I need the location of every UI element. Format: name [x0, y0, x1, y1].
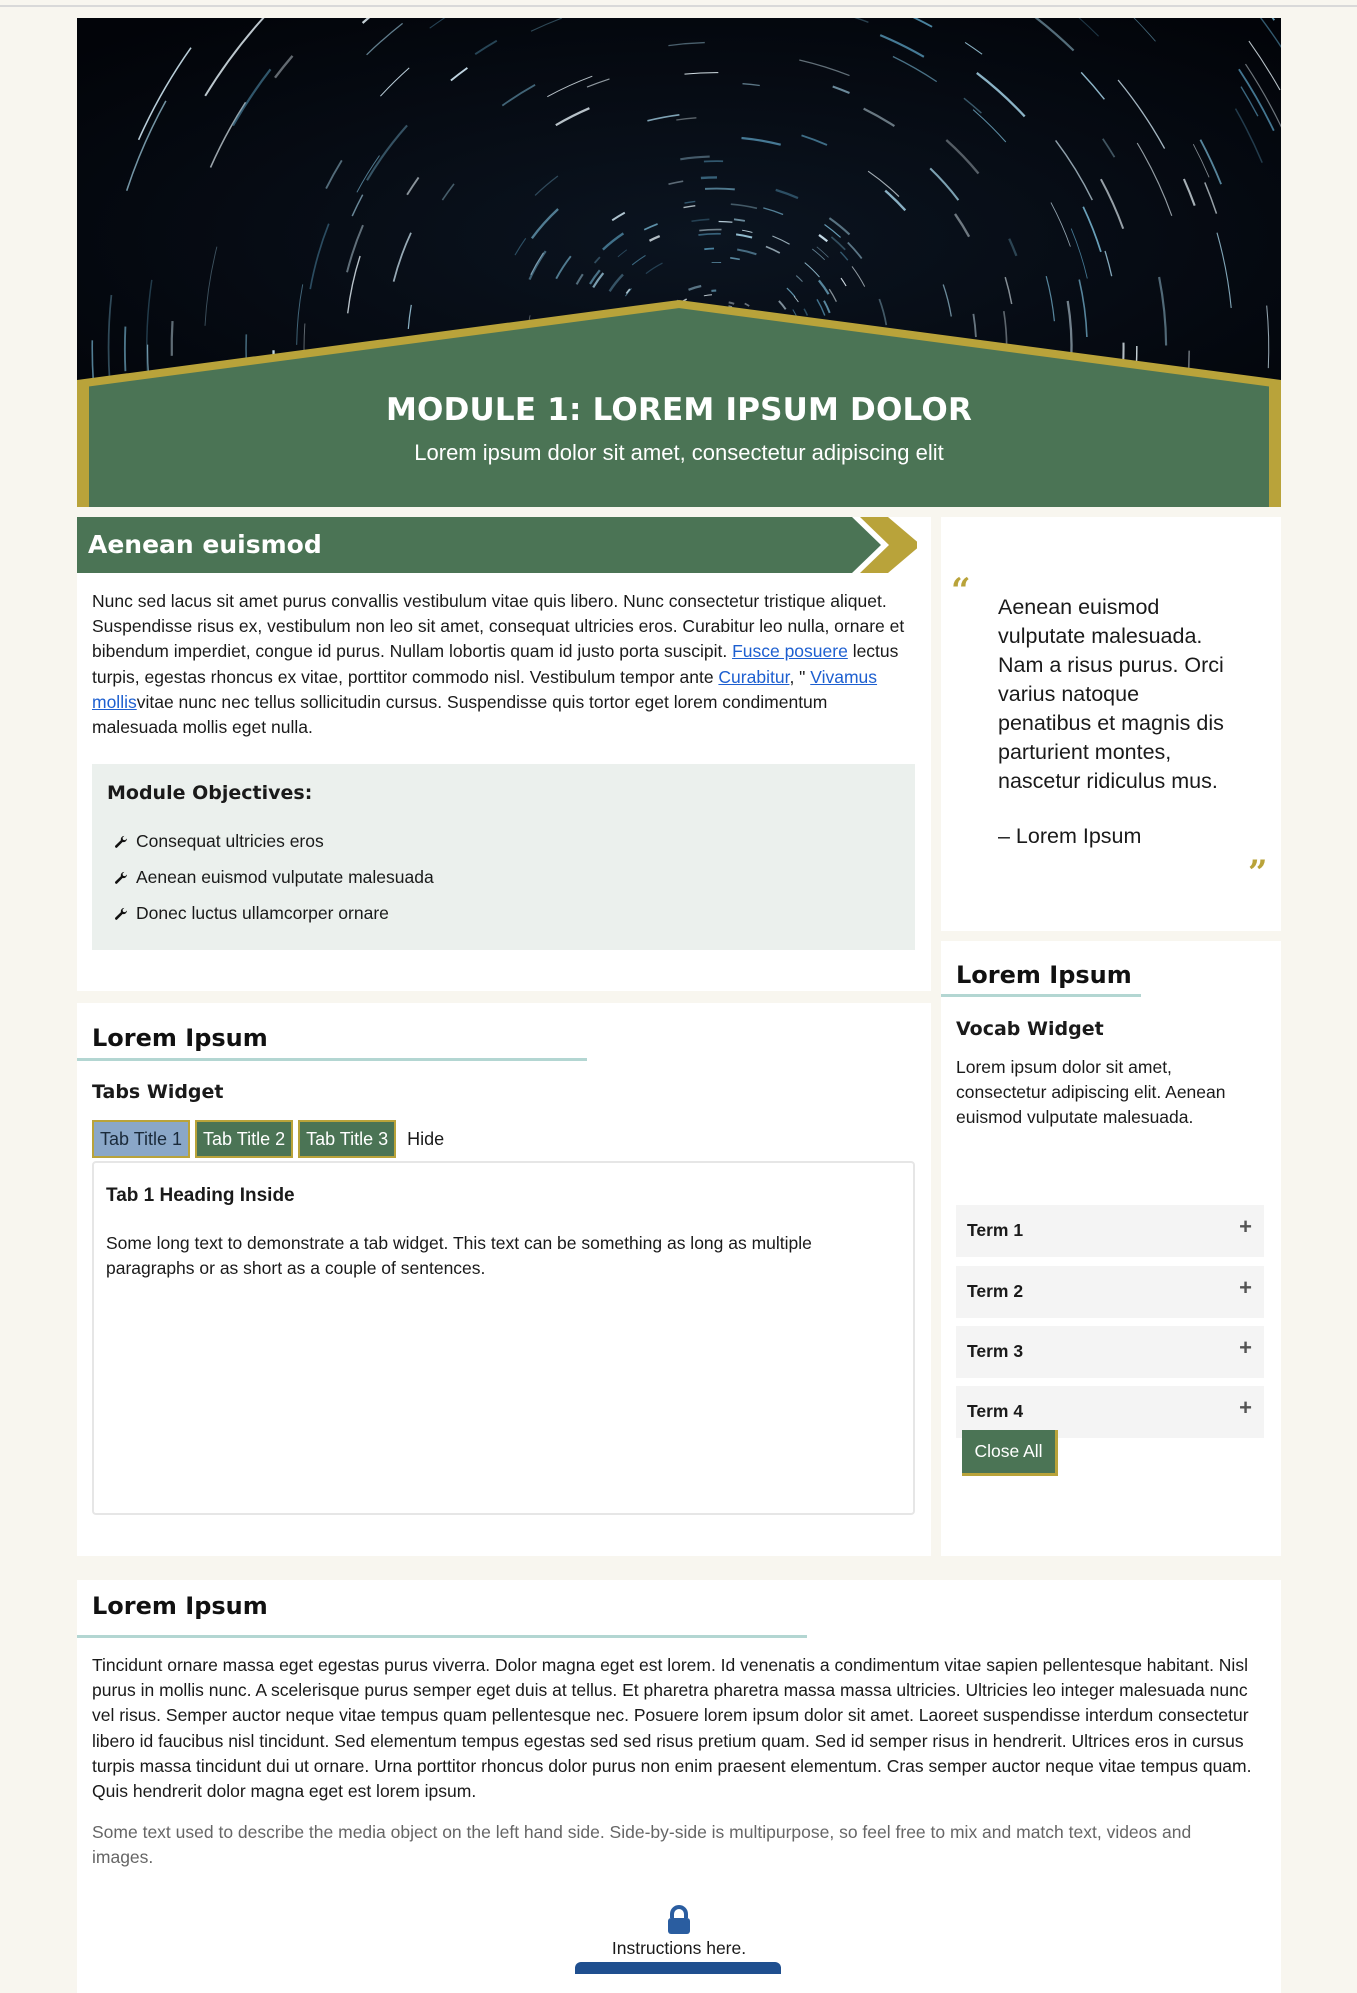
- tabs-panel: Lorem Ipsum Tabs Widget Tab Title 1 Tab …: [77, 1003, 931, 1556]
- star-trail: [718, 220, 733, 223]
- term-label: Term 4: [967, 1401, 1024, 1421]
- close-quote-icon: ”: [1248, 853, 1268, 893]
- objective-item: Aenean euismod vulputate malesuada: [114, 867, 434, 888]
- intro-panel: Aenean euismod Nunc sed lacus sit amet p…: [77, 517, 931, 991]
- star-trail: [704, 247, 715, 251]
- expand-plus-icon[interactable]: +: [1239, 1335, 1252, 1361]
- tabs-widget-title: Tabs Widget: [92, 1081, 224, 1103]
- heading-underline: [941, 994, 1141, 997]
- expand-plus-icon[interactable]: +: [1239, 1275, 1252, 1301]
- vocab-term-2[interactable]: Term 2 +: [956, 1266, 1264, 1318]
- close-all-button[interactable]: Close All: [962, 1430, 1058, 1476]
- term-label: Term 2: [967, 1281, 1024, 1301]
- module-objectives-box: Module Objectives: Consequat ultricies e…: [92, 764, 915, 950]
- vocab-description: Lorem ipsum dolor sit amet, consectetur …: [956, 1057, 1226, 1127]
- wrench-icon: [114, 907, 128, 920]
- star-trail: [700, 176, 718, 180]
- media-caption: Some text used to describe the media obj…: [92, 1822, 1192, 1868]
- term-label: Term 1: [967, 1220, 1024, 1240]
- term-label: Term 3: [967, 1341, 1024, 1361]
- hide-tabs-button[interactable]: Hide: [407, 1120, 444, 1158]
- hero-banner: MODULE 1: LOREM IPSUM DOLOR Lorem ipsum …: [77, 18, 1281, 507]
- star-trail: [123, 326, 127, 372]
- tab-2[interactable]: Tab Title 2: [195, 1120, 294, 1158]
- star-trail: [728, 301, 735, 305]
- link-curabitur[interactable]: Curabitur: [718, 667, 789, 687]
- wrench-icon: [114, 835, 128, 848]
- section-heading: Lorem Ipsum: [92, 1024, 268, 1052]
- vocab-widget-title: Vocab Widget: [956, 1018, 1104, 1040]
- objective-item: Donec luctus ullamcorper ornare: [114, 903, 389, 924]
- vocab-term-3[interactable]: Term 3 +: [956, 1326, 1264, 1378]
- objective-item: Consequat ultricies eros: [114, 831, 324, 852]
- bottom-panel: Lorem Ipsum Tincidunt ornare massa eget …: [77, 1580, 1281, 1993]
- page-title: MODULE 1: LOREM IPSUM DOLOR: [385, 392, 973, 428]
- heading-underline: [77, 1058, 587, 1061]
- tab-bar: Tab Title 1 Tab Title 2 Tab Title 3 Hide: [92, 1120, 444, 1158]
- open-quote-icon: “: [951, 571, 971, 611]
- start-button[interactable]: [575, 1962, 781, 1974]
- tab-3[interactable]: Tab Title 3: [298, 1120, 397, 1158]
- lock-icon: [668, 1905, 690, 1934]
- objectives-heading: Module Objectives:: [107, 782, 313, 804]
- section-banner-title: Aenean euismod: [88, 530, 322, 559]
- hero-starfield-image: [77, 18, 1281, 507]
- intro-text-3: , ": [789, 666, 811, 687]
- link-fusce-posuere[interactable]: Fusce posuere: [732, 641, 848, 661]
- instructions-text: Instructions here.: [611, 1938, 747, 1958]
- tab-panel-heading: Tab 1 Heading Inside: [106, 1185, 295, 1206]
- top-divider: [0, 5, 1357, 7]
- objective-text: Aenean euismod vulputate malesuada: [136, 867, 434, 887]
- heading-underline: [77, 1635, 807, 1638]
- star-trail: [704, 187, 735, 191]
- objective-text: Consequat ultricies eros: [136, 831, 324, 851]
- expand-plus-icon[interactable]: +: [1239, 1214, 1252, 1240]
- quote-attribution: – Lorem Ipsum: [998, 824, 1142, 848]
- intro-paragraph: Nunc sed lacus sit amet purus convallis …: [92, 589, 912, 740]
- quote-text: Aenean euismod vulputate malesuada. Nam …: [998, 595, 1224, 793]
- tab-panel-text: Some long text to demonstrate a tab widg…: [106, 1233, 812, 1278]
- tab-content-panel: Tab 1 Heading Inside Some long text to d…: [92, 1161, 915, 1515]
- star-trail: [170, 321, 174, 356]
- body-paragraph: Tincidunt ornare massa eget egestas puru…: [92, 1655, 1252, 1802]
- wrench-icon: [114, 871, 128, 884]
- objective-text: Donec luctus ullamcorper ornare: [136, 903, 389, 923]
- vocab-panel: Lorem Ipsum Vocab Widget Lorem ipsum dol…: [941, 941, 1281, 1556]
- page: MODULE 1: LOREM IPSUM DOLOR Lorem ipsum …: [77, 18, 1281, 1993]
- vocab-term-1[interactable]: Term 1 +: [956, 1205, 1264, 1257]
- section-heading: Lorem Ipsum: [956, 961, 1132, 989]
- tab-1[interactable]: Tab Title 1: [92, 1120, 191, 1158]
- quote-panel: “ Aenean euismod vulputate malesuada. Na…: [941, 517, 1281, 931]
- intro-text-4: vitae nunc nec tellus sollicitudin cursu…: [92, 691, 828, 738]
- page-subtitle: Lorem ipsum dolor sit amet, consectetur …: [414, 440, 944, 465]
- expand-plus-icon[interactable]: +: [1239, 1395, 1252, 1421]
- section-heading: Lorem Ipsum: [92, 1592, 268, 1620]
